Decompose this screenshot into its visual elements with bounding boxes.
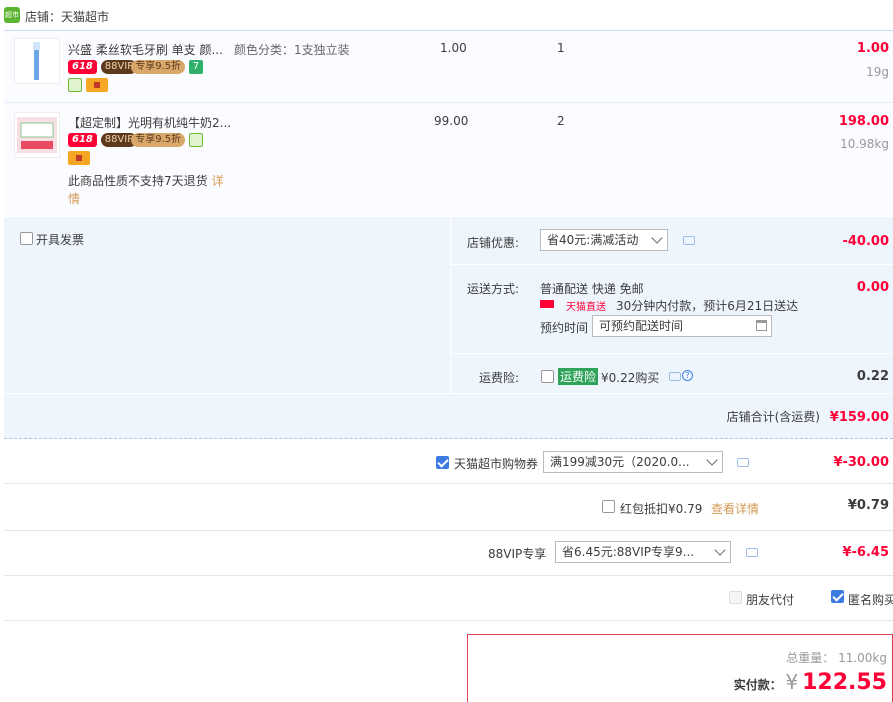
coupon-value: 满199减30元（2020.0... bbox=[550, 455, 690, 469]
card-icon bbox=[85, 77, 108, 92]
shipping-method: 普通配送 快递 免邮 bbox=[540, 282, 644, 296]
item-price: 99.00 bbox=[434, 114, 469, 128]
currency-symbol: ¥ bbox=[785, 670, 799, 694]
badge-618: 618 bbox=[68, 132, 97, 147]
shop-total: 店铺合计(含运费) ¥159.00 bbox=[727, 408, 889, 425]
shop-discount-select[interactable]: 省40元:满减活动 bbox=[540, 229, 668, 251]
chevron-down-icon bbox=[706, 454, 718, 466]
anonymous-checkbox[interactable] bbox=[831, 590, 844, 603]
item-weight: 19g bbox=[866, 65, 889, 79]
item-thumbnail[interactable] bbox=[14, 112, 60, 158]
total-weight: 总重量： 11.00kg bbox=[786, 649, 887, 666]
card-icon bbox=[68, 150, 90, 165]
milk-image bbox=[17, 117, 57, 153]
badge-618: 618 bbox=[68, 59, 97, 74]
item-subtotal: 1.00 bbox=[856, 41, 889, 56]
total-weight-label: 总重量： bbox=[786, 651, 835, 665]
shop-total-amount: ¥159.00 bbox=[829, 410, 889, 425]
message-icon[interactable] bbox=[737, 458, 749, 467]
reserve-time-input[interactable]: 可预约配送时间 bbox=[592, 315, 772, 337]
divider bbox=[4, 102, 893, 103]
payment-summary: 总重量： 11.00kg 实付款： ¥ 122.55 bbox=[467, 634, 893, 702]
chevron-down-icon bbox=[714, 544, 726, 556]
friend-pay-label: 朋友代付 bbox=[746, 593, 795, 607]
delivery-promise: 30分钟内付款，预计6月21日送达 bbox=[616, 299, 799, 313]
shop-total-label: 店铺合计(含运费) bbox=[726, 410, 820, 424]
shop-header: 超市 店铺：天猫超市 bbox=[0, 0, 893, 30]
service-icon bbox=[188, 132, 203, 147]
item-service-icons bbox=[68, 150, 90, 165]
anonymous-label: 匿名购买 bbox=[848, 593, 893, 607]
coupon-amount: ¥-30.00 bbox=[833, 455, 889, 470]
item-price: 1.00 bbox=[440, 41, 467, 55]
divider bbox=[4, 393, 893, 394]
item-service-icons bbox=[68, 77, 108, 92]
redpacket-label: 红包抵扣¥0.79 bbox=[620, 502, 703, 516]
divider bbox=[4, 620, 893, 621]
coupon-label: 天猫超市购物券 bbox=[454, 457, 539, 471]
insurance-text: ¥0.22购买 bbox=[601, 371, 660, 385]
redpacket-checkbox[interactable] bbox=[602, 500, 615, 513]
no-return-notice: 此商品性质不支持7天退货 bbox=[68, 174, 208, 188]
invoice-checkbox[interactable] bbox=[20, 232, 33, 245]
item-sku: 颜色分类：1支独立装 bbox=[234, 43, 350, 57]
toothbrush-image bbox=[33, 42, 40, 80]
badge-vip-discount: 专享9.5折 bbox=[131, 132, 186, 147]
vip-value: 省6.45元:88VIP专享9... bbox=[562, 545, 695, 559]
message-icon[interactable] bbox=[746, 548, 758, 557]
coupon-checkbox[interactable] bbox=[436, 456, 449, 469]
vip-select[interactable]: 省6.45元:88VIP专享9... bbox=[555, 541, 731, 563]
message-icon[interactable] bbox=[669, 372, 681, 381]
invoice-label: 开具发票 bbox=[36, 233, 85, 247]
item-qty: 1 bbox=[557, 41, 565, 55]
insurance-tag: 运费险 bbox=[558, 368, 599, 385]
item-badges: 618 88VIP 专享9.5折 bbox=[68, 132, 203, 147]
item-subtotal: 198.00 bbox=[838, 114, 889, 129]
help-icon[interactable]: ? bbox=[682, 370, 693, 381]
pay-amount: 122.55 bbox=[802, 670, 887, 695]
badge-vip-discount: 专享9.5折 bbox=[131, 59, 186, 74]
item-qty: 2 bbox=[557, 114, 565, 128]
item-badges: 618 88VIP 专享9.5折 7 bbox=[68, 59, 203, 74]
reserve-time-label: 预约时间 bbox=[540, 321, 589, 335]
shipping-amount: 0.00 bbox=[856, 280, 889, 295]
divider bbox=[4, 575, 893, 576]
insurance-amount: 0.22 bbox=[856, 369, 889, 384]
item-title[interactable]: 【超定制】光明有机纯牛奶2... bbox=[68, 114, 231, 131]
shipping-label: 运送方式: bbox=[467, 282, 520, 296]
divider bbox=[4, 530, 893, 531]
coupon-select[interactable]: 满199减30元（2020.0... bbox=[543, 451, 723, 473]
insurance-checkbox[interactable] bbox=[541, 370, 554, 383]
shop-discount-amount: -40.00 bbox=[842, 234, 889, 249]
insurance-label: 运费险: bbox=[479, 371, 520, 385]
item-weight: 10.98kg bbox=[840, 137, 889, 151]
pay-total: 实付款： ¥ 122.55 bbox=[734, 670, 887, 695]
friend-pay-checkbox[interactable] bbox=[729, 591, 742, 604]
reserve-time-placeholder: 可预约配送时间 bbox=[599, 319, 684, 333]
total-weight-value: 11.00kg bbox=[838, 651, 887, 665]
shop-discount-label: 店铺优惠: bbox=[467, 236, 520, 250]
shop-label[interactable]: 店铺：天猫超市 bbox=[25, 8, 109, 25]
item-notice: 此商品性质不支持7天退货 详情 bbox=[68, 172, 228, 208]
chevron-down-icon bbox=[651, 232, 663, 244]
service-icon bbox=[68, 77, 82, 92]
divider bbox=[450, 353, 893, 354]
tmall-supermarket-icon: 超市 bbox=[4, 7, 20, 23]
tmall-direct-icon bbox=[540, 300, 554, 308]
redpacket-amount: ¥0.79 bbox=[847, 498, 889, 513]
message-icon[interactable] bbox=[683, 236, 695, 245]
item-title[interactable]: 兴盛 柔丝软毛牙刷 单支 颜... bbox=[68, 41, 223, 58]
shop-discount-value: 省40元:满减活动 bbox=[547, 233, 639, 247]
item-thumbnail[interactable] bbox=[14, 38, 60, 84]
vip-label: 88VIP专享 bbox=[488, 547, 547, 561]
seven-day-return-icon: 7 bbox=[188, 59, 203, 74]
calendar-icon bbox=[756, 320, 767, 331]
pay-label: 实付款： bbox=[733, 678, 782, 692]
vip-amount: ¥-6.45 bbox=[842, 545, 889, 560]
redpacket-detail-link[interactable]: 查看详情 bbox=[711, 500, 759, 517]
divider bbox=[4, 483, 893, 484]
tmall-direct-label: 天猫直送 bbox=[566, 302, 606, 313]
divider bbox=[450, 264, 893, 265]
